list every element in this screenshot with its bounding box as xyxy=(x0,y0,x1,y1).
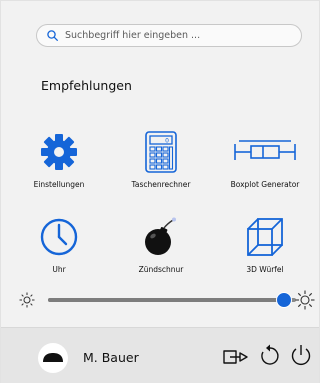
tile-3d-cube[interactable]: 3D Würfel xyxy=(217,215,313,277)
brightness-control xyxy=(19,289,315,311)
avatar-icon xyxy=(43,353,63,362)
tile-label: Taschenrechner xyxy=(131,180,191,189)
clock-icon xyxy=(40,218,78,256)
brightness-thumb[interactable] xyxy=(275,292,292,308)
brightness-low-icon xyxy=(19,292,35,308)
tile-label: Boxplot Generator xyxy=(230,180,300,189)
cube-icon xyxy=(247,218,283,256)
section-title: Empfehlungen xyxy=(41,78,132,93)
brightness-fill xyxy=(48,298,284,302)
boxplot-icon xyxy=(234,140,296,160)
tile-boxplot-generator[interactable]: Boxplot Generator xyxy=(217,130,313,192)
user-footer: M. Bauer xyxy=(1,327,319,383)
svg-text:0: 0 xyxy=(165,138,169,145)
tile-label: 3D Würfel xyxy=(246,265,284,274)
calculator-icon: 0 xyxy=(145,131,177,173)
tile-calculator[interactable]: 0 Taschenrechner xyxy=(113,130,209,192)
search-field[interactable] xyxy=(36,24,302,47)
sign-out-icon[interactable] xyxy=(223,345,249,369)
search-input[interactable] xyxy=(65,30,285,41)
tile-settings[interactable]: Einstellungen xyxy=(11,130,107,192)
search-icon xyxy=(47,30,58,41)
avatar[interactable] xyxy=(38,343,68,373)
restart-icon[interactable] xyxy=(259,343,281,367)
gear-icon xyxy=(41,134,77,170)
tile-label: Einstellungen xyxy=(33,180,85,189)
tile-clock[interactable]: Uhr xyxy=(11,215,107,277)
brightness-slider[interactable] xyxy=(48,292,296,308)
power-icon[interactable] xyxy=(290,343,312,367)
brightness-high-icon xyxy=(295,290,315,310)
tile-fuse[interactable]: Zündschnur xyxy=(113,215,209,277)
tile-label: Uhr xyxy=(52,265,66,274)
start-panel: Empfehlungen Einstellungen xyxy=(0,0,320,383)
tile-label: Zündschnur xyxy=(138,265,184,274)
user-name[interactable]: M. Bauer xyxy=(83,350,139,365)
bomb-icon xyxy=(145,217,176,255)
